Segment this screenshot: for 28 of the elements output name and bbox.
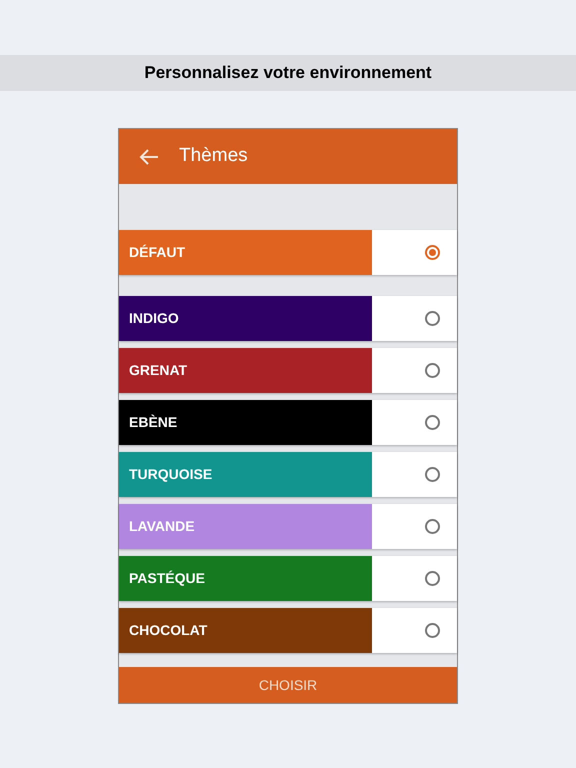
choose-button[interactable]: CHOISIR (119, 667, 457, 703)
theme-label: EBÈNE (129, 413, 178, 432)
banner-title: Personnalisez votre environnement (144, 62, 432, 84)
theme-label: PASTÉQUE (129, 569, 205, 588)
theme-option[interactable]: GRENAT (119, 348, 457, 393)
theme-label: LAVANDE (129, 517, 195, 536)
theme-option[interactable]: PASTÉQUE (119, 556, 457, 601)
radio-button[interactable] (425, 519, 440, 534)
theme-label: GRENAT (129, 361, 188, 380)
theme-option[interactable]: LAVANDE (119, 504, 457, 549)
theme-option[interactable]: CHOCOLAT (119, 608, 457, 653)
back-arrow-icon[interactable] (139, 148, 159, 166)
radio-button[interactable] (425, 467, 440, 482)
theme-option[interactable]: DÉFAUT (119, 230, 457, 275)
app-bar-title: Thèmes (179, 144, 248, 168)
theme-option[interactable]: EBÈNE (119, 400, 457, 445)
theme-label: TURQUOISE (129, 465, 212, 484)
radio-button[interactable] (425, 571, 440, 586)
radio-button[interactable] (425, 363, 440, 378)
theme-label: CHOCOLAT (129, 621, 208, 640)
theme-label: DÉFAUT (129, 243, 185, 262)
theme-label: INDIGO (129, 309, 179, 328)
radio-button[interactable] (425, 311, 440, 326)
radio-button[interactable] (425, 623, 440, 638)
radio-button[interactable] (425, 245, 440, 260)
radio-button[interactable] (425, 415, 440, 430)
theme-option[interactable]: INDIGO (119, 296, 457, 341)
theme-option[interactable]: TURQUOISE (119, 452, 457, 497)
